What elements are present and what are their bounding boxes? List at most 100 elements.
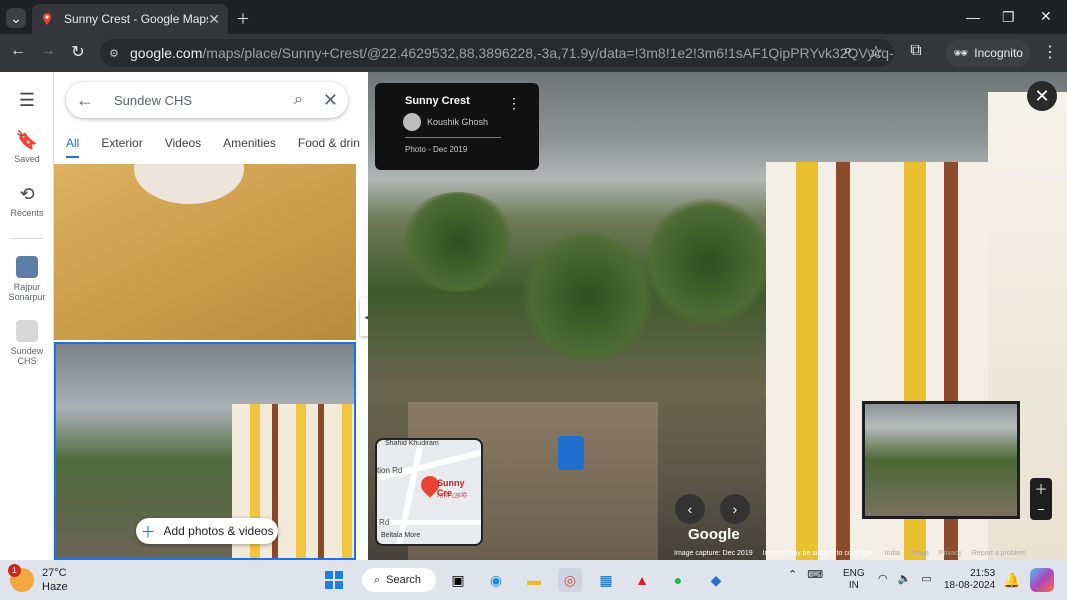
clock[interactable]: 21:53 18-08-2024	[944, 568, 995, 592]
browser-toolbar: ← → ↻ ⚙ google.com/maps/place/Sunny+Cres…	[0, 34, 1067, 72]
notifications-bell-icon[interactable]: 🔔	[1000, 568, 1024, 592]
more-options-icon[interactable]: ⋮	[507, 95, 521, 112]
rail-item-recents[interactable]: ⟲ Recents	[0, 184, 54, 218]
next-photo-button[interactable]: ›	[720, 494, 750, 524]
wifi-icon[interactable]: ◠	[878, 572, 888, 585]
zoom-icon[interactable]: ⌕	[838, 42, 858, 60]
lang-code: ENG	[843, 568, 865, 579]
history-icon: ⟲	[19, 184, 35, 204]
close-viewer-button[interactable]: ✕	[1027, 81, 1057, 111]
close-icon[interactable]: ✕	[323, 90, 338, 111]
zoom-control: ＋ −	[1030, 478, 1052, 520]
photo-author[interactable]: Koushik Ghosh	[403, 113, 539, 131]
rail-recents-label: Recents	[10, 208, 44, 218]
search-box[interactable]: ← Sundew CHS ⌕ ✕	[66, 82, 348, 118]
tree	[518, 232, 658, 362]
map-road	[377, 520, 481, 525]
bookmark-star-icon[interactable]: ☆	[866, 42, 886, 62]
maps-favicon-icon	[43, 13, 51, 25]
system-tray: ⌃ ⌨	[788, 568, 823, 581]
incognito-indicator[interactable]: 🕶 Incognito	[946, 39, 1030, 67]
battery-icon[interactable]: ▭	[921, 572, 931, 585]
site-info-icon[interactable]: ⚙	[109, 47, 119, 60]
left-rail: ☰ 🔖 Saved ⟲ Recents Rajpur Sonarpur Sundew…	[0, 72, 54, 560]
map-area-label: Beltala More	[381, 532, 421, 539]
taskbar-search[interactable]: ⌕ Search	[362, 568, 436, 592]
acrobat-icon[interactable]: ▲	[630, 568, 654, 592]
photo-viewer[interactable]: Sunny Crest Koushik Ghosh Photo - Dec 20…	[368, 72, 1067, 560]
footer-link-privacy[interactable]: Privacy	[939, 550, 962, 560]
recent-place-thumbnail	[16, 320, 38, 342]
recent-place-thumbnail	[16, 256, 38, 278]
chrome-icon[interactable]: ◎	[558, 568, 582, 592]
back-arrow-icon[interactable]: ←	[76, 90, 102, 111]
chevron-up-icon[interactable]: ⌃	[788, 568, 797, 581]
previous-photo-button[interactable]: ‹	[675, 494, 705, 524]
browser-tab[interactable]: Sunny Crest - Google Maps ✕	[32, 4, 228, 34]
extensions-icon[interactable]: ⧉	[906, 42, 926, 60]
photo-info-card: Sunny Crest Koushik Ghosh Photo - Dec 20…	[375, 83, 539, 170]
photo-category-tabs: All Exterior Videos Amenities Food & dri…	[66, 136, 360, 158]
footer-link-report[interactable]: Report a problem	[972, 550, 1026, 560]
new-tab-icon[interactable]: ＋	[236, 9, 250, 29]
minimap[interactable]: Shahid Khudiram tion Rd Rd Sunny Cre সান…	[375, 438, 483, 546]
volume-icon[interactable]: 🔈	[898, 572, 912, 585]
photo-thumbnail[interactable]	[54, 164, 356, 340]
tab-amenities[interactable]: Amenities	[223, 136, 276, 158]
restore-icon[interactable]: ❐	[1002, 9, 1015, 26]
windows-icon	[325, 571, 343, 589]
photo-subject	[134, 164, 244, 204]
photo-preview-thumbnail[interactable]	[862, 401, 1020, 519]
browser-titlebar: ⌄ Sunny Crest - Google Maps ✕ ＋ — ❐ ✕	[0, 0, 1067, 34]
add-photos-button[interactable]: ＋ Add photos & videos	[136, 518, 278, 544]
minimize-icon[interactable]: —	[966, 9, 980, 25]
footer-link-india[interactable]: India	[885, 550, 900, 560]
weather-widget[interactable]: 1 27°C Haze	[8, 564, 68, 594]
rail-item-recent-rajpur[interactable]: Rajpur Sonarpur	[0, 256, 54, 302]
tray-icons: ◠ 🔈 ▭	[878, 572, 932, 585]
search-icon: ⌕	[374, 573, 381, 586]
address-bar[interactable]: ⚙ google.com/maps/place/Sunny+Crest/@22.…	[100, 39, 894, 67]
water-tank	[558, 436, 584, 470]
rail-item-saved[interactable]: 🔖 Saved	[0, 130, 54, 164]
app-icon[interactable]: ◆	[704, 568, 728, 592]
menu-kebab-icon[interactable]: ⋮	[1040, 42, 1060, 62]
tab-videos[interactable]: Videos	[165, 136, 201, 158]
rail-recent1-label: Rajpur Sonarpur	[8, 282, 46, 302]
footer-link-terms[interactable]: Terms	[910, 550, 929, 560]
avatar	[403, 113, 421, 131]
reload-icon[interactable]: ↻	[68, 42, 88, 62]
copilot-icon[interactable]	[1030, 568, 1054, 592]
bookmark-icon: 🔖	[15, 130, 39, 150]
start-button[interactable]	[322, 568, 346, 592]
language-indicator[interactable]: ENG IN	[843, 568, 865, 592]
task-view-icon[interactable]: ▣	[446, 568, 470, 592]
back-arrow-icon[interactable]: ←	[8, 42, 28, 60]
file-explorer-icon[interactable]: ▬	[522, 568, 546, 592]
zoom-in-button[interactable]: ＋	[1030, 478, 1052, 499]
tab-food-drink[interactable]: Food & drink	[298, 136, 360, 158]
photo-date: Photo - Dec 2019	[405, 145, 468, 154]
rail-item-recent-sundew[interactable]: Sundew CHS	[0, 320, 54, 366]
spotify-icon[interactable]: ●	[666, 568, 690, 592]
maps-app: ☰ 🔖 Saved ⟲ Recents Rajpur Sonarpur Sundew…	[0, 72, 1067, 560]
tree	[398, 192, 518, 292]
store-icon[interactable]: ▦	[594, 568, 618, 592]
map-street-label: Shahid Khudiram	[385, 440, 439, 447]
search-input[interactable]: Sundew CHS	[102, 93, 294, 108]
forward-arrow-icon[interactable]: →	[38, 42, 58, 60]
edge-icon[interactable]: ◉	[484, 568, 508, 592]
hamburger-menu-icon[interactable]: ☰	[0, 90, 54, 114]
viewer-footer: Image capture: Dec 2019 Images may be su…	[674, 550, 1067, 560]
add-photos-label: Add photos & videos	[163, 524, 274, 538]
close-window-icon[interactable]: ✕	[1040, 8, 1052, 25]
tab-search-icon[interactable]: ⌄	[6, 8, 26, 28]
notification-badge: 1	[8, 564, 21, 577]
author-name: Koushik Ghosh	[427, 117, 489, 127]
tab-exterior[interactable]: Exterior	[101, 136, 142, 158]
close-tab-icon[interactable]: ✕	[208, 11, 220, 28]
search-icon[interactable]: ⌕	[294, 91, 303, 109]
zoom-out-button[interactable]: −	[1030, 499, 1052, 520]
keyboard-icon[interactable]: ⌨	[807, 568, 823, 581]
tab-all[interactable]: All	[66, 136, 80, 158]
